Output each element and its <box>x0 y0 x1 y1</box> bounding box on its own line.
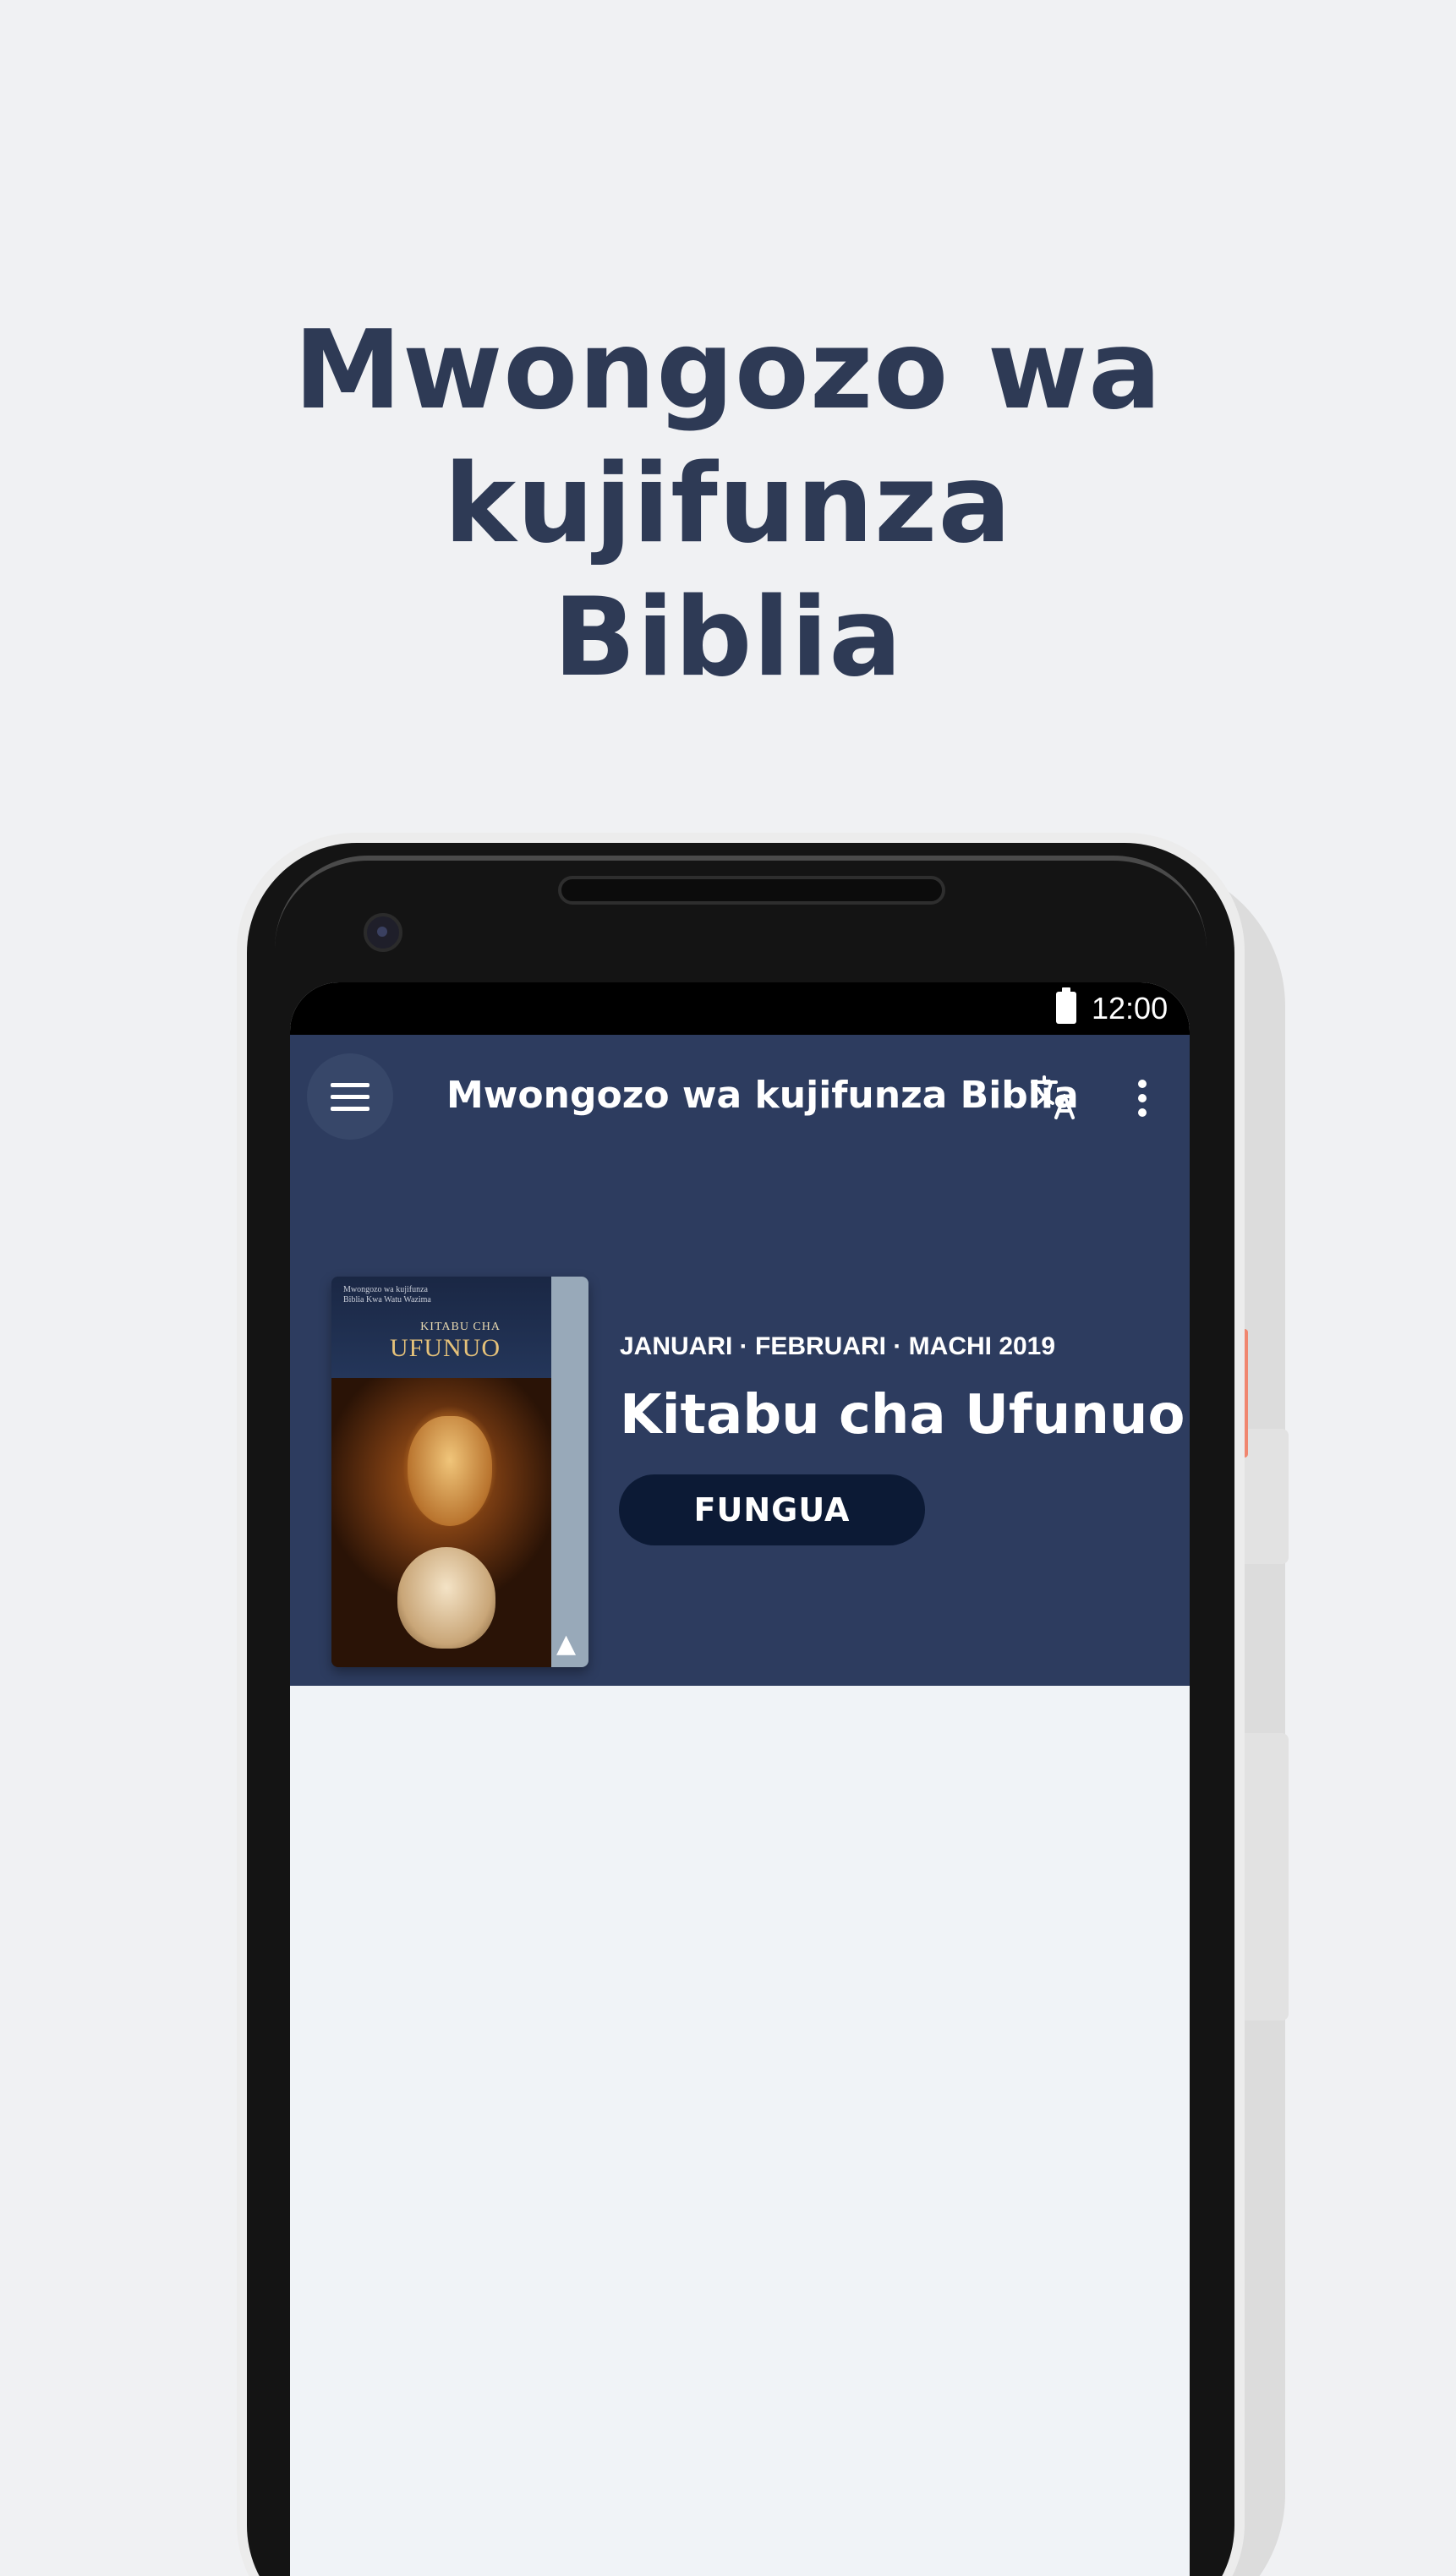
status-time: 12:00 <box>1092 991 1169 1025</box>
quarter-label: JANUARI · FEBRUARI · MACHI 2019 <box>620 1332 1056 1360</box>
cover-header: Mwongozo wa kujifunza Biblia Kwa Watu Wa… <box>331 1277 551 1378</box>
lamb-image <box>397 1547 495 1649</box>
cover-title-text: UFUNUO <box>389 1334 501 1362</box>
headline-line-2: Biblia <box>553 575 903 701</box>
cover-kitabu-text: KITABU CHA <box>420 1321 501 1333</box>
status-bar: 12:00 <box>290 982 1190 1035</box>
front-camera <box>364 913 402 952</box>
hamburger-menu-icon <box>331 1083 369 1087</box>
toolbar-title: Mwongozo wa kujifunza Biblia <box>446 1074 1079 1117</box>
content-area <box>290 1686 1190 2576</box>
translate-button[interactable] <box>1026 1069 1085 1128</box>
cover-small-text: Mwongozo wa kujifunza Biblia Kwa Watu Wa… <box>343 1285 431 1304</box>
translate-icon <box>1031 1075 1075 1119</box>
lion-image <box>408 1416 492 1526</box>
headline-line-1: Mwongozo wa kujifunza <box>293 308 1163 567</box>
battery-full-icon <box>1056 987 1076 1024</box>
menu-button[interactable] <box>307 1053 393 1140</box>
book-title: Kitabu cha Ufunuo <box>620 1384 1185 1447</box>
earpiece-speaker <box>558 876 945 905</box>
cover-spine <box>551 1277 588 1667</box>
phone-top-rim <box>275 856 1207 957</box>
book-cover[interactable]: Mwongozo wa kujifunza Biblia Kwa Watu Wa… <box>331 1277 588 1667</box>
phone-screen: 12:00 Mwongozo wa kujifunza Biblia Mwong… <box>290 982 1190 2576</box>
hero-section: Mwongozo wa kujifunza Biblia Mwongozo wa… <box>290 1035 1190 1686</box>
open-button[interactable]: FUNGUA <box>619 1474 925 1545</box>
more-options-button[interactable] <box>1119 1069 1164 1128</box>
cover-lion-lamb-art <box>331 1378 551 1667</box>
more-vertical-icon <box>1138 1080 1147 1088</box>
app-toolbar: Mwongozo wa kujifunza Biblia <box>290 1035 1190 1162</box>
page-headline: Mwongozo wa kujifunza Biblia <box>0 304 1456 705</box>
sda-logo-icon: ▲ <box>556 1629 577 1659</box>
